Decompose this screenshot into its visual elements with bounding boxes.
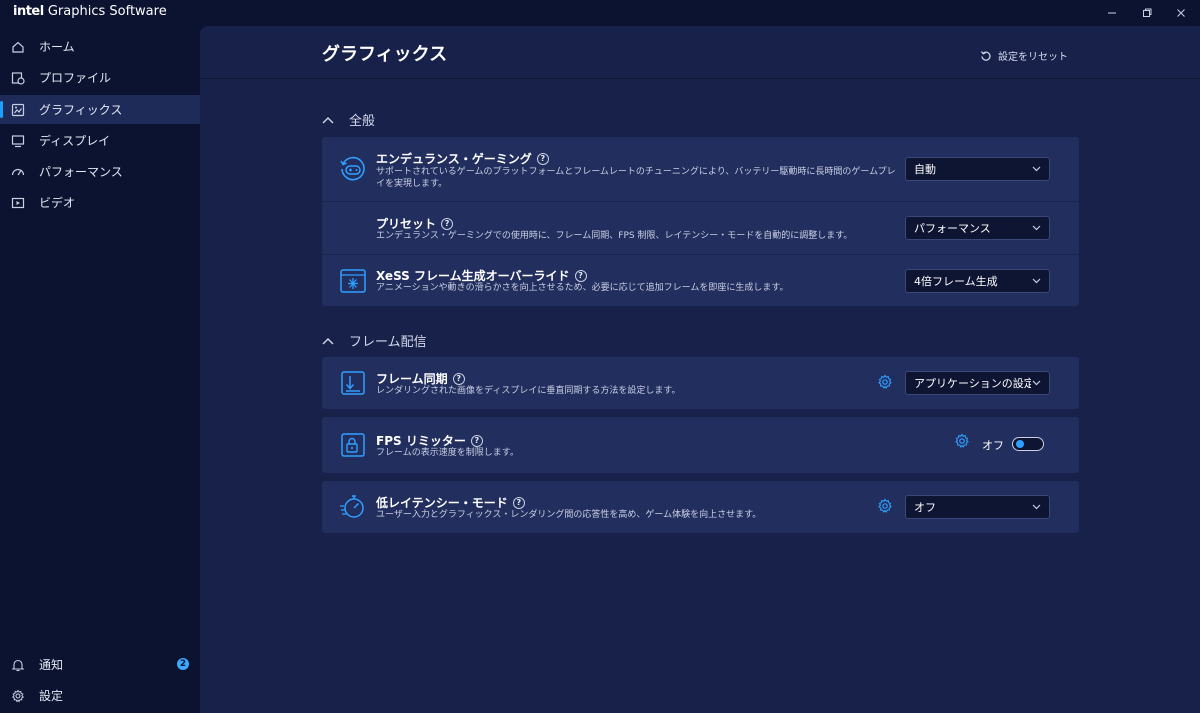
section-title: 全般 bbox=[349, 114, 376, 129]
chevron-down-icon bbox=[1031, 380, 1041, 386]
chevron-up-icon bbox=[322, 116, 336, 124]
chevron-down-icon bbox=[1031, 278, 1041, 284]
app-title-text: Graphics Software bbox=[47, 4, 167, 19]
reset-settings-button[interactable]: 設定をリセット bbox=[980, 48, 1068, 63]
endurance-gaming-description: サポートされているゲームのプラットフォームとフレームレートのチューニングにより、… bbox=[376, 167, 896, 189]
fps-limiter-description: フレームの表示速度を制限します。 bbox=[376, 448, 519, 458]
sidebar-item-graphics[interactable]: グラフィックス bbox=[0, 95, 200, 124]
low-latency-icon bbox=[340, 495, 364, 518]
endurance-gaming-dropdown[interactable]: 自動 bbox=[905, 157, 1050, 181]
sidebar: ホーム プロファイル グラフィックス ディスプレイ パフォーマンス ビデオ 通知… bbox=[0, 26, 200, 713]
sidebar-item-performance[interactable]: パフォーマンス bbox=[0, 157, 200, 186]
dropdown-value: 自動 bbox=[914, 163, 936, 176]
xess-frame-generation-icon bbox=[340, 269, 366, 293]
row-divider bbox=[322, 254, 1079, 255]
video-icon bbox=[11, 196, 25, 210]
main-panel: グラフィックス 設定をリセット 全般 エンデュランス・ゲーミング ? サポートさ… bbox=[200, 26, 1200, 713]
low-latency-dropdown[interactable]: オフ bbox=[905, 495, 1050, 519]
sidebar-item-label: ビデオ bbox=[39, 196, 76, 210]
frame-sync-card: フレーム同期 ? レンダリングされた画像をディスプレイに垂直同期する方法を設定し… bbox=[322, 357, 1079, 409]
sidebar-item-label: ホーム bbox=[39, 40, 75, 54]
bell-icon bbox=[11, 658, 25, 672]
chevron-down-icon bbox=[1031, 225, 1041, 231]
help-icon[interactable]: ? bbox=[512, 496, 525, 509]
gear-icon[interactable] bbox=[877, 374, 893, 390]
help-icon[interactable]: ? bbox=[536, 152, 549, 165]
sidebar-item-notifications[interactable]: 通知 bbox=[0, 650, 200, 679]
sidebar-item-home[interactable]: ホーム bbox=[0, 32, 200, 61]
chevron-up-icon bbox=[322, 337, 336, 345]
sidebar-item-settings[interactable]: 設定 bbox=[0, 681, 200, 710]
reset-icon bbox=[981, 50, 991, 61]
fps-limiter-toggle-label: オフ bbox=[982, 439, 1004, 452]
frame-sync-dropdown[interactable]: アプリケーションの設定 bbox=[905, 371, 1050, 395]
dropdown-value: 4倍フレーム生成 bbox=[914, 275, 998, 288]
fps-limiter-icon bbox=[341, 433, 365, 457]
sidebar-item-video[interactable]: ビデオ bbox=[0, 188, 200, 217]
help-icon[interactable]: ? bbox=[452, 372, 465, 385]
page-title: グラフィックス bbox=[322, 44, 448, 65]
endurance-gaming-icon bbox=[340, 156, 365, 181]
title-bar: intel Graphics Software bbox=[0, 0, 1200, 26]
minimize-button[interactable] bbox=[1092, 0, 1132, 26]
notification-badge: 2 bbox=[177, 658, 189, 670]
performance-icon bbox=[11, 165, 25, 179]
graphics-icon bbox=[11, 103, 25, 117]
home-icon bbox=[11, 40, 25, 54]
preset-description: エンデュランス・ゲーミングでの使用時に、フレーム同期、FPS 制限、レイテンシー… bbox=[376, 231, 853, 241]
close-icon bbox=[1177, 9, 1185, 17]
dropdown-value: オフ bbox=[914, 501, 936, 514]
low-latency-card: 低レイテンシー・モード ? ユーザー入力とグラフィックス・レンダリング間の応答性… bbox=[322, 481, 1079, 533]
fps-limiter-toggle[interactable] bbox=[1012, 437, 1044, 451]
chevron-down-icon bbox=[1031, 504, 1041, 510]
row-divider bbox=[322, 201, 1079, 202]
help-icon[interactable]: ? bbox=[470, 434, 483, 447]
xess-frame-generation-description: アニメーションや動きの滑らかさを向上させるため、必要に応じて追加フレームを即座に… bbox=[376, 283, 789, 293]
frame-sync-icon bbox=[341, 371, 365, 395]
dropdown-value: アプリケーションの設定 bbox=[914, 377, 1031, 390]
frame-sync-description: レンダリングされた画像をディスプレイに垂直同期する方法を設定します。 bbox=[376, 386, 681, 396]
sidebar-item-label: グラフィックス bbox=[39, 103, 123, 117]
sidebar-item-display[interactable]: ディスプレイ bbox=[0, 126, 200, 155]
gear-icon[interactable] bbox=[877, 498, 893, 514]
sidebar-item-profile[interactable]: プロファイル bbox=[0, 63, 200, 92]
xess-frame-generation-dropdown[interactable]: 4倍フレーム生成 bbox=[905, 269, 1050, 293]
section-title: フレーム配信 bbox=[349, 335, 427, 350]
sidebar-item-label: 設定 bbox=[39, 689, 64, 703]
header-divider bbox=[200, 78, 1200, 79]
reset-settings-label: 設定をリセット bbox=[998, 52, 1068, 63]
low-latency-description: ユーザー入力とグラフィックス・レンダリング間の応答性を高め、ゲーム体験を向上させ… bbox=[376, 510, 762, 520]
fps-limiter-card: FPS リミッター ? フレームの表示速度を制限します。 オフ bbox=[322, 417, 1079, 473]
sidebar-item-label: ディスプレイ bbox=[39, 134, 111, 148]
sidebar-item-label: 通知 bbox=[39, 658, 64, 672]
help-icon[interactable]: ? bbox=[441, 217, 454, 230]
close-button[interactable] bbox=[1161, 0, 1200, 26]
gear-icon[interactable] bbox=[954, 433, 970, 449]
dropdown-value: パフォーマンス bbox=[914, 222, 991, 235]
app-title: intel Graphics Software bbox=[13, 4, 167, 19]
restore-icon bbox=[1143, 8, 1152, 17]
intel-logo: intel bbox=[13, 4, 44, 19]
general-settings-card: エンデュランス・ゲーミング ? サポートされているゲームのプラットフォームとフレ… bbox=[322, 137, 1079, 306]
gear-icon bbox=[11, 689, 25, 703]
preset-dropdown[interactable]: パフォーマンス bbox=[905, 216, 1050, 240]
section-header-general[interactable]: 全般 bbox=[322, 110, 375, 129]
profile-icon bbox=[11, 71, 25, 85]
toggle-knob bbox=[1016, 440, 1024, 448]
display-icon bbox=[11, 134, 25, 148]
minimize-icon bbox=[1108, 12, 1116, 14]
section-header-frame-delivery[interactable]: フレーム配信 bbox=[322, 331, 427, 350]
help-icon[interactable]: ? bbox=[574, 269, 587, 282]
sidebar-item-label: プロファイル bbox=[39, 71, 112, 85]
chevron-down-icon bbox=[1031, 166, 1041, 172]
row-title-text: エンデュランス・ゲーミング bbox=[376, 152, 532, 166]
endurance-gaming-title: エンデュランス・ゲーミング ? bbox=[376, 150, 549, 167]
sidebar-item-label: パフォーマンス bbox=[39, 165, 123, 179]
